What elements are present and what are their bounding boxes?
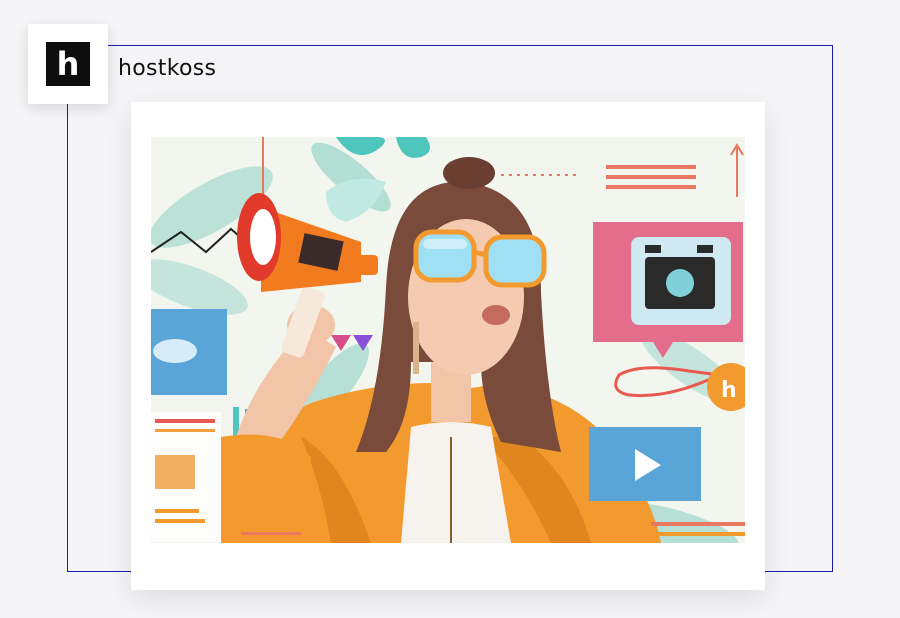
play-icon [589,427,701,501]
hero-illustration: h [151,137,745,543]
brand-logo[interactable]: h [28,24,108,104]
camera-icon [593,222,743,358]
svg-text:h: h [721,378,737,403]
brand-name[interactable]: hostkoss [118,56,216,81]
logo-mark: h [46,42,90,86]
